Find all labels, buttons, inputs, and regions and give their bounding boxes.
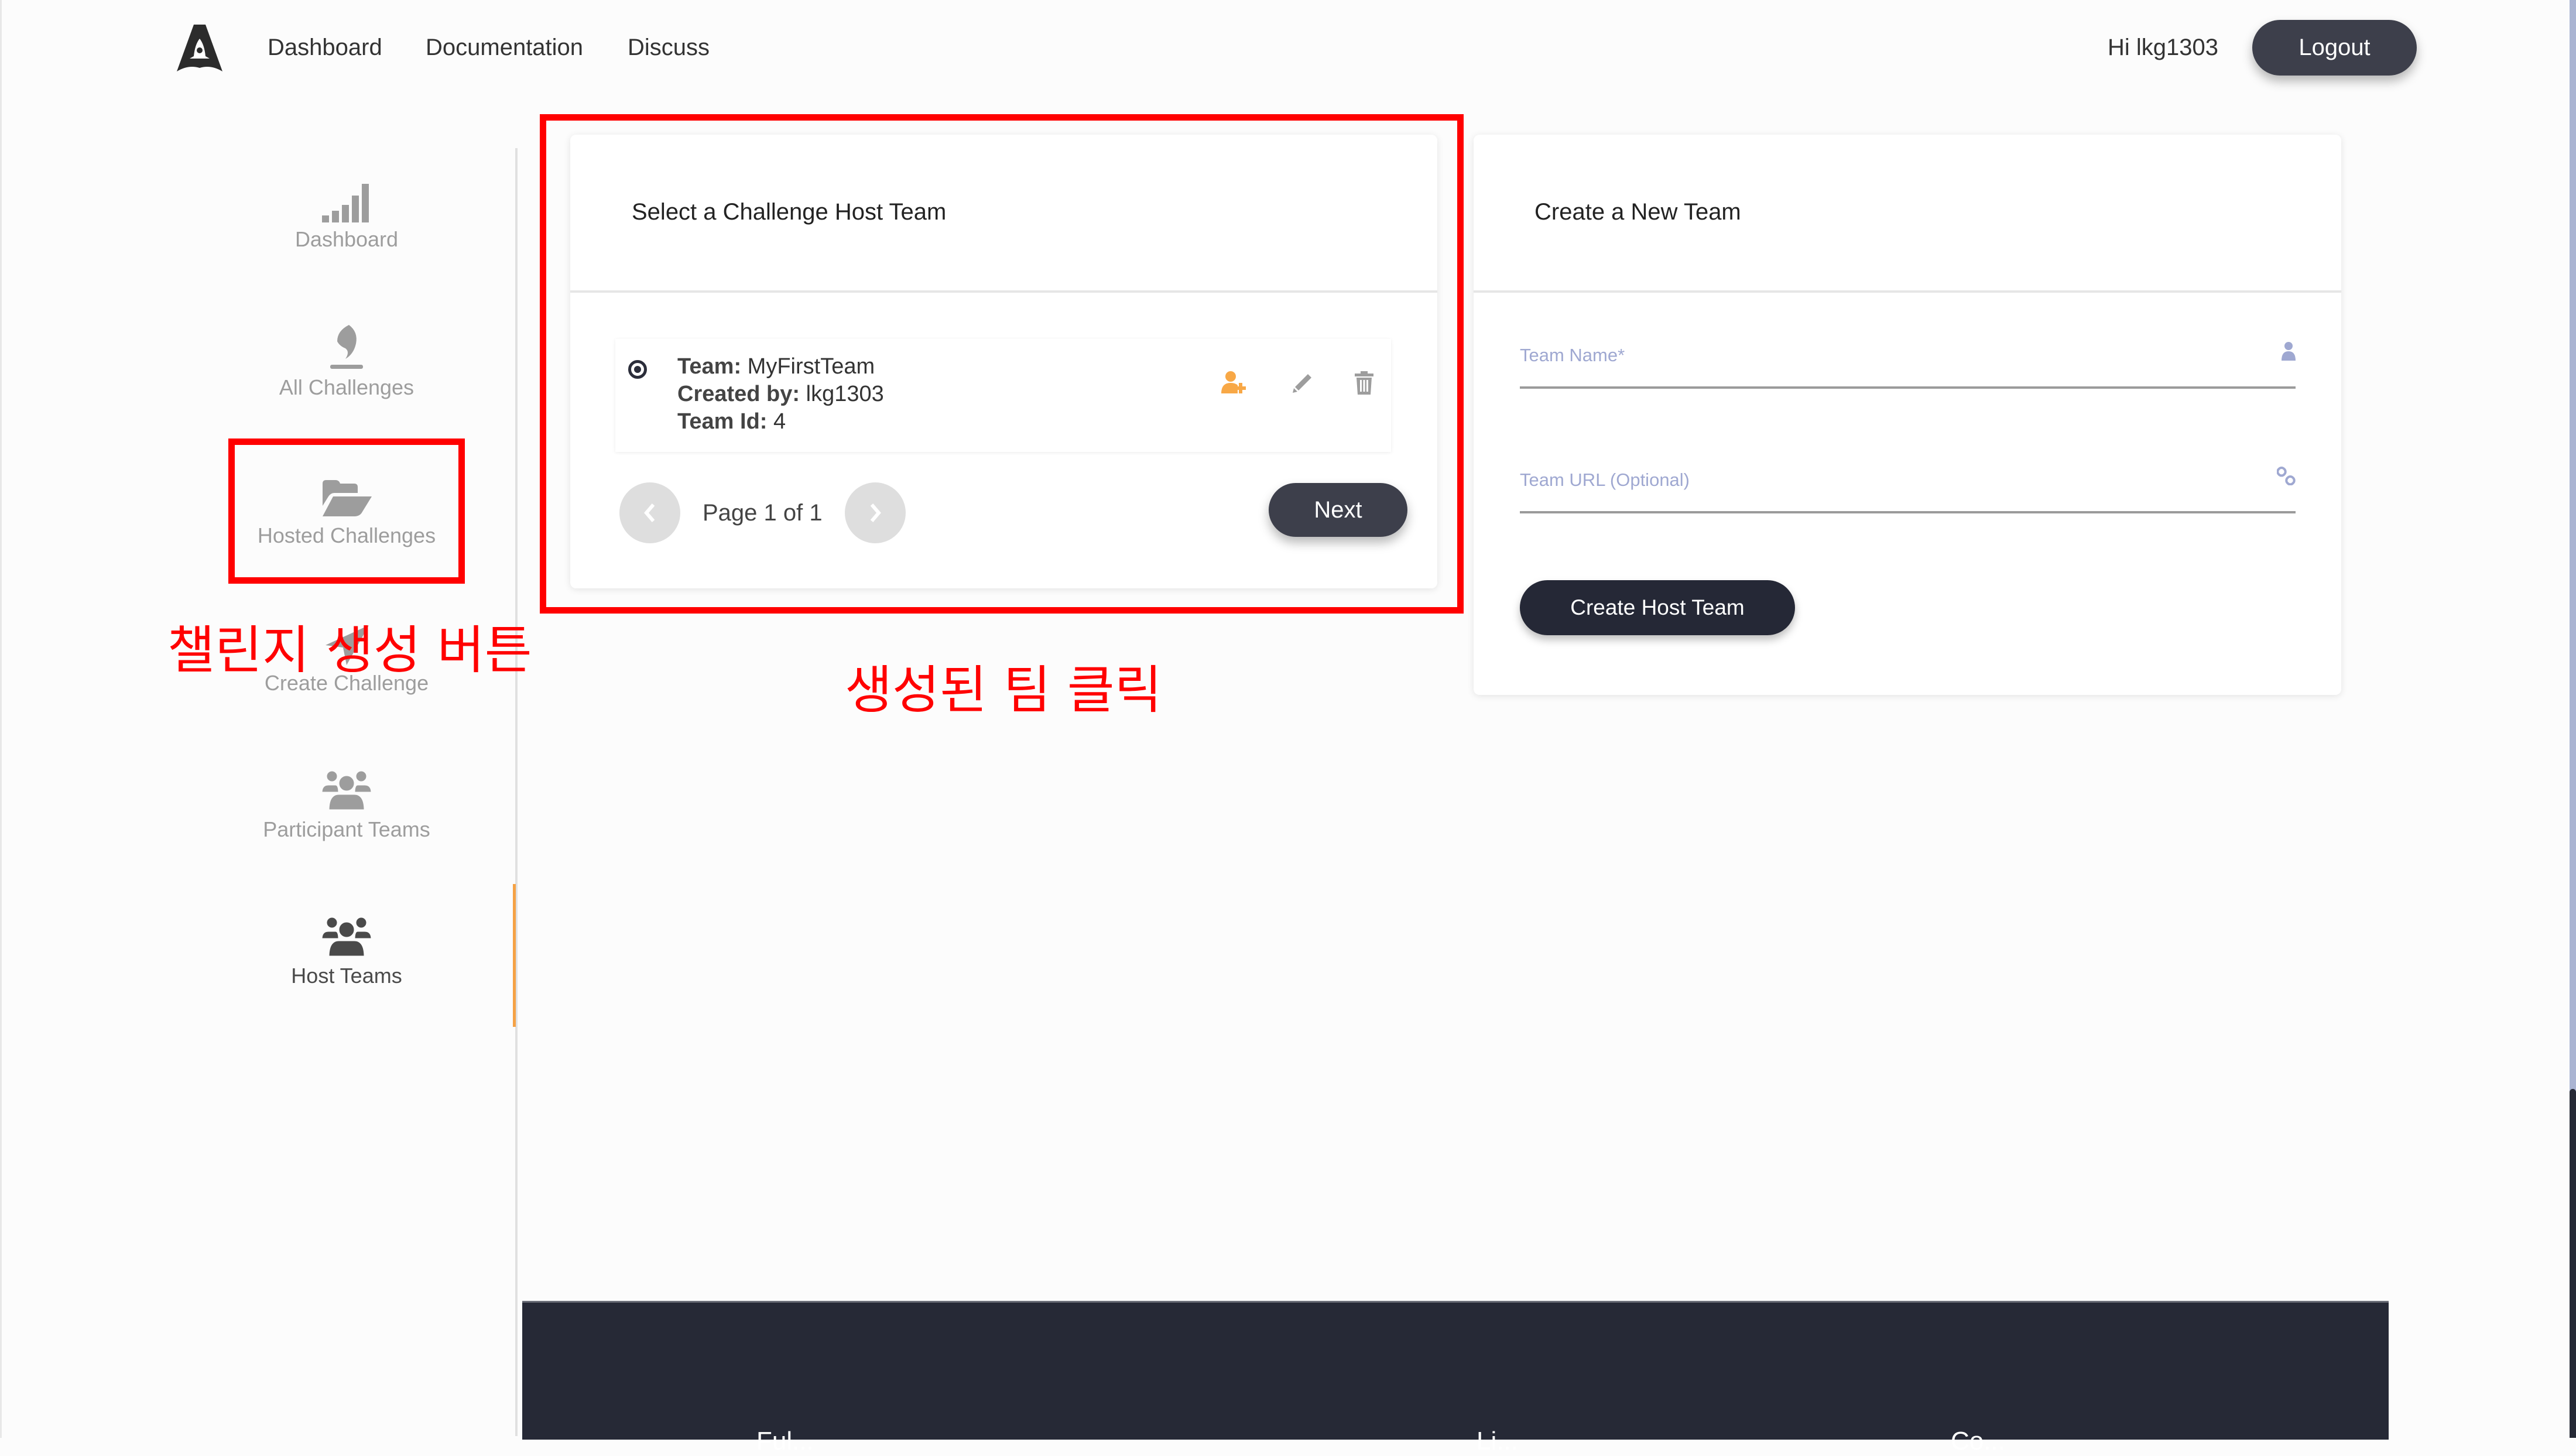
- sidebar-item-label: All Challenges: [279, 375, 415, 399]
- nav-dashboard[interactable]: Dashboard: [268, 33, 382, 62]
- team-name-row: Team: MyFirstTeam: [677, 353, 884, 381]
- team-id-value: 4: [773, 409, 786, 434]
- folder-open-icon: [321, 472, 372, 519]
- annotation-text-sidebar: 챌린지 생성 버튼: [167, 620, 532, 680]
- sidebar-item-hosted-challenges[interactable]: Hosted Challenges: [229, 472, 464, 548]
- footer-heading: Li...: [1477, 1427, 1518, 1455]
- users-icon: [321, 912, 372, 959]
- team-name-input[interactable]: [1520, 341, 2234, 370]
- nav-discuss[interactable]: Discuss: [628, 33, 710, 62]
- team-id-row: Team Id: 4: [677, 408, 884, 436]
- delete-icon[interactable]: [1355, 371, 1373, 395]
- team-name-value: MyFirstTeam: [747, 354, 875, 379]
- sidebar-item-participant-teams[interactable]: Participant Teams: [229, 766, 464, 842]
- sidebar-divider: [515, 148, 518, 1436]
- prev-page-button[interactable]: [619, 482, 680, 543]
- fire-icon: [329, 324, 364, 371]
- select-host-team-card: Select a Challenge Host Team Team: MyFir…: [570, 135, 1437, 588]
- greeting-prefix: Hi: [2108, 35, 2136, 60]
- created-by-label: Created by:: [677, 382, 800, 406]
- team-url-input[interactable]: [1520, 465, 2234, 495]
- team-url-field: [1520, 453, 2296, 513]
- create-team-card: Create a New Team Create Host Team: [1474, 135, 2341, 695]
- page-edge: [0, 0, 2, 1438]
- create-host-team-button[interactable]: Create Host Team: [1520, 580, 1795, 635]
- sidebar-item-label: Dashboard: [294, 227, 399, 251]
- link-icon: [2276, 467, 2296, 488]
- chevron-left-icon: [644, 503, 655, 522]
- sidebar-item-label: Participant Teams: [263, 817, 430, 841]
- add-member-icon[interactable]: [1221, 371, 1251, 395]
- signal-bars-icon: [322, 176, 371, 222]
- nav-documentation[interactable]: Documentation: [426, 33, 583, 62]
- next-page-button[interactable]: [844, 482, 906, 543]
- card-title: Select a Challenge Host Team: [632, 199, 947, 225]
- team-actions: [1221, 371, 1373, 395]
- next-button[interactable]: Next: [1269, 483, 1407, 537]
- footer-heading: Ful...: [756, 1427, 814, 1455]
- user-greeting: Hi lkg1303: [2108, 33, 2218, 62]
- rocket-logo-icon: [177, 25, 222, 71]
- sidebar-item-all-challenges[interactable]: All Challenges: [229, 324, 464, 400]
- username: lkg1303: [2136, 35, 2219, 60]
- team-details: Team: MyFirstTeam Created by: lkg1303 Te…: [677, 353, 884, 436]
- created-by-row: Created by: lkg1303: [677, 381, 884, 408]
- created-by-value: lkg1303: [806, 382, 884, 406]
- card-header: Create a New Team: [1474, 135, 2341, 293]
- chevron-right-icon: [870, 503, 881, 522]
- card-header: Select a Challenge Host Team: [570, 135, 1437, 293]
- scrollbar-thumb[interactable]: [2570, 1089, 2576, 1438]
- card-title: Create a New Team: [1534, 199, 1741, 225]
- users-icon: [321, 766, 372, 813]
- sidebar-item-label: Host Teams: [291, 964, 402, 988]
- edit-icon[interactable]: [1292, 372, 1314, 394]
- evalai-logo[interactable]: [176, 23, 224, 73]
- annotation-text-card: 생성된 팀 클릭: [845, 660, 1162, 720]
- pagination: Page 1 of 1: [619, 482, 906, 543]
- footer-heading: Co...: [1951, 1427, 2005, 1455]
- team-list-item[interactable]: Team: MyFirstTeam Created by: lkg1303 Te…: [615, 339, 1391, 452]
- sidebar-item-dashboard[interactable]: Dashboard: [229, 176, 464, 252]
- team-name-field: [1520, 328, 2296, 389]
- team-select-radio[interactable]: [628, 360, 647, 379]
- sidebar-item-label: Hosted Challenges: [257, 523, 436, 547]
- user-icon: [2282, 342, 2296, 364]
- footer: Ful... Li... Co...: [522, 1301, 2389, 1455]
- team-name-label: Team:: [677, 354, 742, 379]
- sidebar-item-host-teams[interactable]: Host Teams: [229, 912, 464, 988]
- sidebar-active-indicator: [513, 884, 516, 1027]
- logout-button[interactable]: Logout: [2252, 20, 2417, 76]
- team-id-label: Team Id:: [677, 409, 768, 434]
- page-indicator: Page 1 of 1: [703, 499, 823, 526]
